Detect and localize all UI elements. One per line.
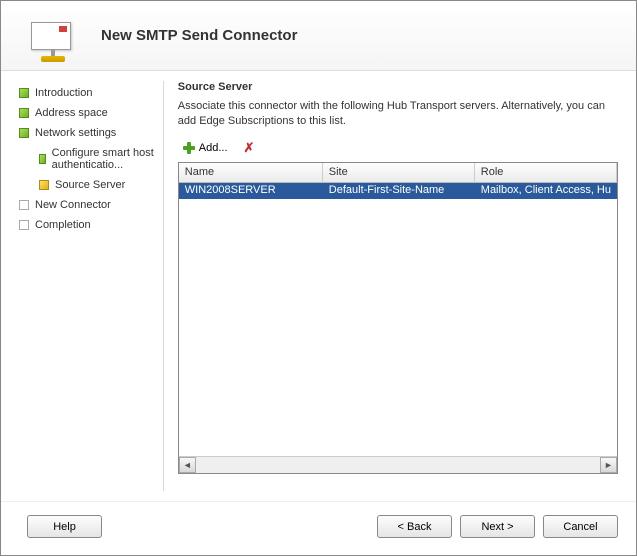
nav-new-connector: New Connector	[19, 195, 155, 215]
nav-completion: Completion	[19, 215, 155, 235]
status-pending-icon	[19, 220, 29, 230]
help-button[interactable]: Help	[27, 515, 102, 538]
section-title: Source Server	[178, 81, 618, 93]
nav-label: New Connector	[35, 199, 111, 211]
add-button[interactable]: Add...	[178, 139, 232, 157]
cancel-button[interactable]: Cancel	[543, 515, 618, 538]
server-table: Name Site Role WIN2008SERVER Default-Fir…	[178, 162, 618, 474]
table-row[interactable]: WIN2008SERVER Default-First-Site-Name Ma…	[179, 183, 617, 199]
column-header-site[interactable]: Site	[323, 163, 475, 182]
plus-icon	[182, 141, 196, 155]
scroll-left-button[interactable]: ◄	[179, 457, 196, 473]
main-panel: Source Server Associate this connector w…	[164, 71, 636, 501]
nav-label: Address space	[35, 107, 108, 119]
nav-introduction[interactable]: Introduction	[19, 83, 155, 103]
table-toolbar: Add... ✗	[178, 136, 618, 160]
wizard-header: New SMTP Send Connector	[1, 1, 636, 71]
nav-address-space[interactable]: Address space	[19, 103, 155, 123]
wizard-title: New SMTP Send Connector	[101, 27, 297, 44]
back-button[interactable]: < Back	[377, 515, 452, 538]
nav-label: Completion	[35, 219, 91, 231]
wizard-footer: Help < Back Next > Cancel	[1, 501, 636, 551]
nav-source-server[interactable]: Source Server	[19, 175, 155, 195]
delete-button[interactable]: ✗	[240, 138, 259, 158]
status-complete-icon	[19, 128, 29, 138]
nav-network-settings[interactable]: Network settings	[19, 123, 155, 143]
connector-icon	[41, 56, 65, 62]
nav-label: Configure smart host authenticatio...	[52, 147, 155, 171]
next-button[interactable]: Next >	[460, 515, 535, 538]
table-header-row: Name Site Role	[179, 163, 617, 183]
nav-label: Introduction	[35, 87, 92, 99]
section-description: Associate this connector with the follow…	[178, 99, 618, 130]
envelope-icon	[31, 22, 71, 50]
cell-site: Default-First-Site-Name	[323, 183, 475, 199]
cell-role: Mailbox, Client Access, Hu	[475, 183, 617, 199]
nav-smart-host-auth[interactable]: Configure smart host authenticatio...	[19, 143, 155, 175]
nav-label: Source Server	[55, 179, 125, 191]
status-complete-icon	[19, 88, 29, 98]
horizontal-scrollbar[interactable]: ◄ ►	[179, 456, 617, 473]
column-header-role[interactable]: Role	[475, 163, 617, 182]
add-label: Add...	[199, 142, 228, 154]
column-header-name[interactable]: Name	[179, 163, 323, 182]
status-current-icon	[39, 180, 49, 190]
scroll-right-button[interactable]: ►	[600, 457, 617, 473]
wizard-nav: Introduction Address space Network setti…	[1, 71, 163, 501]
nav-label: Network settings	[35, 127, 116, 139]
status-complete-icon	[19, 108, 29, 118]
status-pending-icon	[19, 200, 29, 210]
status-complete-icon	[39, 154, 46, 164]
cell-name: WIN2008SERVER	[179, 183, 323, 199]
header-icon	[31, 22, 81, 50]
scroll-track[interactable]	[196, 457, 600, 473]
